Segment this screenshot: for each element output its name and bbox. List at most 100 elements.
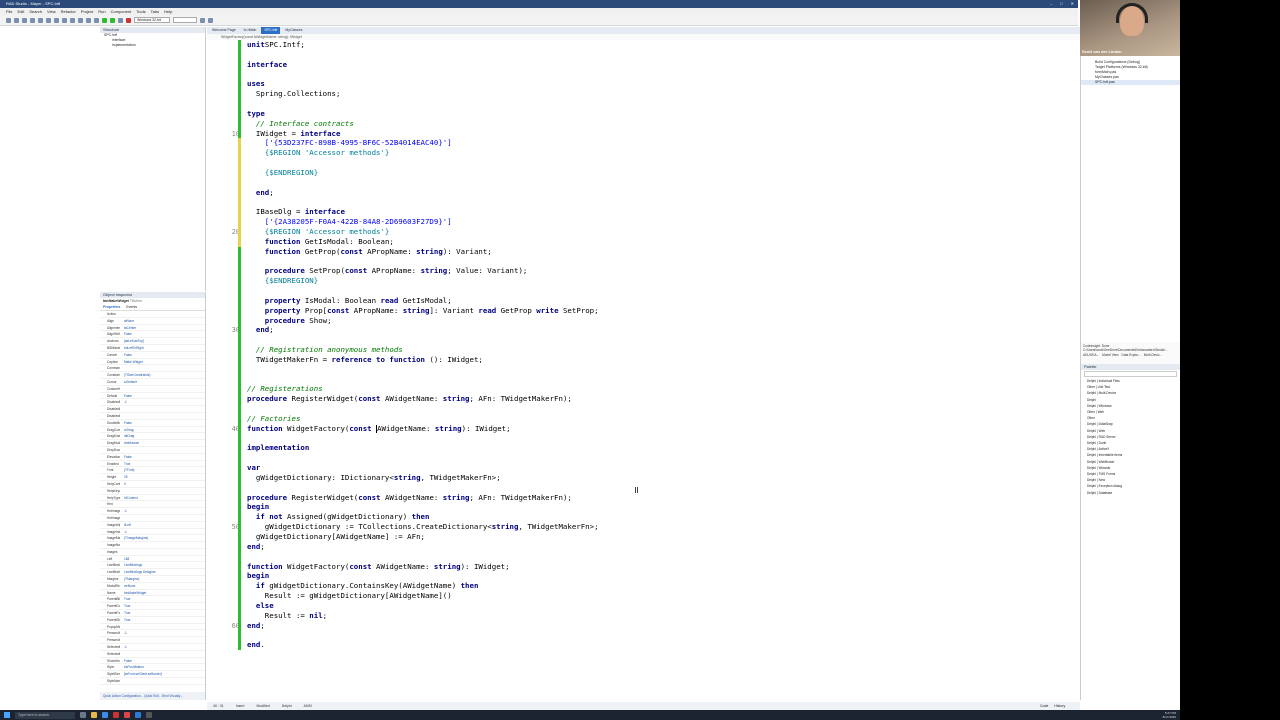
maximize-icon[interactable]: □ (1060, 0, 1062, 8)
tab-properties[interactable]: Properties (103, 304, 120, 310)
property-value[interactable]: True (120, 617, 205, 623)
code-line[interactable]: else (247, 601, 274, 611)
history-view-tab[interactable]: History (1054, 702, 1065, 710)
code-line[interactable]: gWidgetDictionary := TCollections.Create… (247, 522, 599, 532)
property-value[interactable] (120, 542, 205, 548)
property-row[interactable]: PressedImageName (100, 637, 205, 645)
property-value[interactable]: False (120, 658, 205, 664)
redo-icon[interactable] (46, 17, 51, 23)
device-combo[interactable] (173, 17, 197, 23)
property-row[interactable]: ImageAlignmentiiLeft (100, 522, 205, 529)
property-row[interactable]: ImageIndex-1 (100, 529, 205, 536)
property-row[interactable]: Margins (TMargins) (100, 576, 205, 583)
property-value[interactable]: crDefault (120, 379, 205, 385)
property-value[interactable]: bdLeftToRight (120, 345, 205, 351)
tab-multi-device[interactable]: Multi-Devic... (1144, 353, 1162, 357)
code-line[interactable]: if not Assigned(gWidgetDictionary) then (247, 512, 430, 522)
property-value[interactable]: [seFont,seClient,seBorder] (120, 671, 205, 677)
property-value[interactable]: True (120, 610, 205, 616)
property-value[interactable]: (TSizeConstraints) (120, 372, 205, 378)
property-row[interactable]: DragCursorcrDrag (100, 427, 205, 434)
property-value[interactable]: -1 (120, 630, 205, 636)
property-row[interactable]: Action (100, 311, 205, 318)
property-row[interactable]: Height 25 (100, 474, 205, 481)
run-icon[interactable] (102, 17, 107, 23)
property-value[interactable]: alNone (120, 318, 205, 324)
run-without-debug-icon[interactable] (110, 17, 115, 23)
stop-icon[interactable] (126, 17, 131, 23)
property-value[interactable]: -1 (120, 529, 205, 535)
taskbar-clock[interactable]: 5:27 PM 8/17/2020 (1163, 711, 1176, 719)
code-line[interactable]: procedure Show; (247, 316, 332, 326)
property-row[interactable]: Style bsPushButton (100, 664, 205, 672)
code-line[interactable]: end. (247, 640, 265, 650)
property-value[interactable] (120, 488, 205, 494)
property-value[interactable]: [akLeft,akTop] (120, 338, 205, 344)
menu-tools[interactable]: Tools (136, 8, 145, 15)
code-line[interactable]: Spring.Collections; (247, 89, 341, 99)
property-value[interactable]: -1 (120, 399, 205, 405)
property-value[interactable]: 25 (120, 474, 205, 480)
property-value[interactable]: (TImageMargins) (120, 535, 205, 541)
minimize-icon[interactable]: – (1050, 0, 1052, 8)
property-value[interactable]: -1 (120, 508, 205, 514)
tab-adugea[interactable]: ADUGEA... (1083, 353, 1099, 357)
selected-component[interactable]: btnMakeWidget (103, 299, 129, 303)
property-value[interactable]: False (120, 331, 205, 337)
code-line[interactable]: uses (247, 79, 265, 89)
code-line[interactable]: procedure SetProp(const APropName: strin… (247, 266, 528, 276)
property-value[interactable]: Make Widget (120, 359, 205, 365)
save-all-icon[interactable] (30, 17, 35, 23)
property-value[interactable]: mrNone (120, 583, 205, 589)
code-line[interactable]: interface (247, 60, 287, 70)
property-row[interactable]: ImageMargins(TImageMargins) (100, 535, 205, 543)
tab-formmain[interactable]: fo.rMain (241, 27, 260, 34)
menu-view[interactable]: View (47, 8, 56, 15)
property-value[interactable]: taCenter (120, 325, 205, 331)
menu-run[interactable]: Run (98, 8, 105, 15)
property-row[interactable]: BiDiMode bdLeftToRight (100, 345, 205, 352)
compile-icon[interactable] (62, 17, 67, 23)
code-line[interactable]: IBaseDlg = interface (247, 207, 345, 217)
toggle-icon[interactable] (86, 17, 91, 23)
tab-events[interactable]: Events (126, 304, 137, 310)
code-line[interactable]: Result := nil; (247, 611, 327, 621)
code-line[interactable]: type (247, 109, 265, 119)
terminal-icon[interactable] (146, 712, 152, 718)
code-line[interactable]: {$ENDREGION} (247, 168, 318, 178)
property-value[interactable]: dkDrag (120, 433, 205, 439)
code-line[interactable]: procedure RegisterWidget(const AWidgetNa… (247, 394, 572, 404)
delphi-icon[interactable] (113, 712, 119, 718)
property-value[interactable]: dmManual (120, 440, 205, 446)
windows-start-icon[interactable] (4, 712, 10, 718)
open-icon[interactable] (14, 17, 19, 23)
property-value[interactable]: 168 (120, 556, 205, 562)
code-line[interactable]: // Interface contracts (247, 119, 354, 129)
undo-icon[interactable] (38, 17, 43, 23)
code-line[interactable]: TWidgetMakerFn = reference to function (… (247, 355, 483, 365)
property-row[interactable]: Align alNone (100, 318, 205, 325)
property-row[interactable]: CustomHint (100, 386, 205, 393)
property-value[interactable]: iiLeft (120, 522, 205, 528)
property-row[interactable]: SelectedImageIndex-1 (100, 644, 205, 651)
code-line[interactable]: ['{53D237FC-898B-4995-BF6C-52B4014EAC40}… (247, 138, 452, 148)
code-view-tab[interactable]: Code (1040, 702, 1048, 710)
forward-icon[interactable] (208, 17, 213, 23)
property-row[interactable]: HelpKeyword (100, 488, 205, 495)
new-file-icon[interactable] (6, 17, 11, 23)
code-line[interactable]: function GetIsModal: Boolean; (247, 237, 394, 247)
property-row[interactable]: Anchors [akLeft,akTop] (100, 338, 205, 345)
code-line[interactable]: end; (247, 542, 265, 552)
property-value[interactable]: False (120, 454, 205, 460)
property-value[interactable]: True (120, 596, 205, 602)
code-line[interactable]: var (247, 463, 260, 473)
property-row[interactable]: Cursor crDefault (100, 379, 205, 386)
property-row[interactable]: Constraints(TSizeConstraints) (100, 372, 205, 379)
property-row[interactable]: Cancel False (100, 352, 205, 359)
code-line[interactable]: end; (247, 325, 274, 335)
taskbar-search[interactable]: Type here to search (15, 711, 75, 719)
property-value[interactable]: False (120, 393, 205, 399)
config-icon[interactable] (70, 17, 75, 23)
property-row[interactable]: ParentFontTrue (100, 610, 205, 617)
property-row[interactable]: Caption Make Widget (100, 359, 205, 366)
